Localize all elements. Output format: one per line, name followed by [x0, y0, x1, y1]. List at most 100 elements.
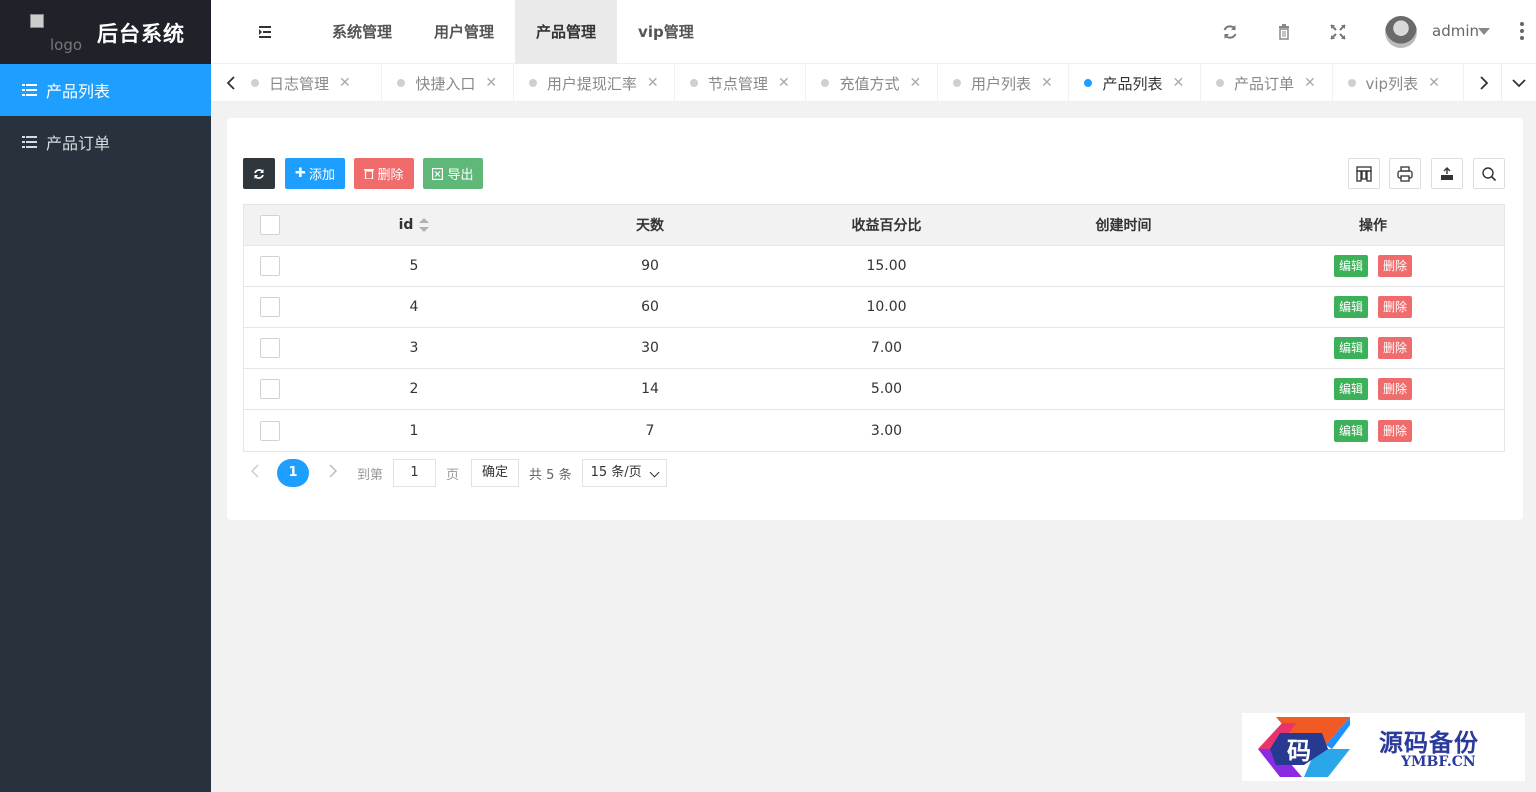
- tab-item[interactable]: 用户列表 ✕: [938, 64, 1070, 102]
- export-label: 导出: [447, 168, 474, 183]
- tab-prev-icon[interactable]: [211, 64, 251, 102]
- columns-icon[interactable]: [1348, 158, 1380, 189]
- delete-button[interactable]: 删除: [1378, 255, 1413, 277]
- broken-image-icon: [30, 14, 44, 28]
- excel-icon: [432, 167, 444, 180]
- search-icon[interactable]: [1473, 158, 1505, 189]
- close-icon[interactable]: ✕: [339, 75, 351, 91]
- goto-page-input[interactable]: 1: [393, 459, 437, 487]
- cell-percent: 15.00: [866, 258, 907, 274]
- user-name[interactable]: admin: [1432, 22, 1479, 40]
- table-row: 2 14 5.00 编辑 删除: [244, 369, 1504, 410]
- watermark: 码 源码备份 YMBF.CN: [1242, 713, 1525, 781]
- tab-item[interactable]: 快捷入口 ✕: [382, 64, 514, 102]
- edit-button[interactable]: 编辑: [1333, 296, 1368, 318]
- batch-delete-button[interactable]: 删除: [354, 158, 414, 189]
- delete-button[interactable]: 删除: [1378, 419, 1413, 442]
- next-page-icon[interactable]: [321, 464, 345, 482]
- tab-next-icon[interactable]: [1464, 64, 1504, 102]
- delete-button[interactable]: 删除: [1378, 337, 1413, 359]
- row-checkbox[interactable]: [260, 379, 280, 399]
- delete-button[interactable]: 删除: [1378, 296, 1413, 318]
- table-row: 5 90 15.00 编辑 删除: [244, 246, 1504, 287]
- chevron-down-icon[interactable]: [1478, 28, 1490, 35]
- goto-prefix: 到第: [357, 467, 384, 483]
- tab-item-active[interactable]: 产品列表 ✕: [1069, 64, 1201, 102]
- tab-label: 用户列表: [970, 74, 1031, 93]
- top-header: 系统管理 用户管理 产品管理 vip管理 admin: [211, 0, 1536, 64]
- topnav-products[interactable]: 产品管理: [515, 0, 618, 64]
- sidebar-item-product-list[interactable]: 产品列表: [0, 64, 211, 116]
- close-icon[interactable]: ✕: [647, 75, 659, 91]
- tab-item[interactable]: 节点管理 ✕: [675, 64, 807, 102]
- tab-label: 充值方式: [839, 74, 900, 93]
- export-icon[interactable]: [1431, 158, 1463, 189]
- close-icon[interactable]: ✕: [778, 75, 790, 91]
- tab-label: vip列表: [1365, 74, 1419, 93]
- edit-button[interactable]: 编辑: [1333, 378, 1368, 400]
- tab-item[interactable]: 产品订单 ✕: [1201, 64, 1333, 102]
- tab-item[interactable]: 用户提现汇率 ✕: [514, 64, 675, 102]
- tab-item[interactable]: 日志管理 ✕: [251, 64, 383, 102]
- tab-dot-icon: [689, 79, 698, 87]
- refresh-icon[interactable]: [1221, 23, 1239, 41]
- table-row: 3 30 7.00 编辑 删除: [244, 328, 1504, 369]
- cell-actions: 编辑 删除: [1242, 337, 1504, 359]
- cell-id: 4: [409, 299, 419, 315]
- edit-button[interactable]: 编辑: [1333, 255, 1368, 277]
- topnav-vip[interactable]: vip管理: [617, 0, 715, 64]
- cell-actions: 编辑 删除: [1242, 296, 1504, 318]
- cell-days: 60: [641, 299, 659, 315]
- tab-dot-icon: [821, 79, 830, 87]
- refresh-table-button[interactable]: [243, 158, 275, 189]
- header-id[interactable]: id: [296, 217, 532, 233]
- content-card: ✚ 添加 删除 导出 id 天数 收益百分比 创建时间 操作 5 90 15.00: [227, 118, 1523, 520]
- close-icon[interactable]: ✕: [485, 75, 497, 91]
- page-1-button[interactable]: 1: [277, 459, 309, 487]
- print-icon[interactable]: [1389, 158, 1421, 189]
- edit-button[interactable]: 编辑: [1333, 419, 1368, 442]
- pagination: 1 到第 1 页 确定 共 5 条 15 条/页: [243, 458, 667, 488]
- row-checkbox[interactable]: [260, 256, 280, 276]
- tab-label: 产品列表: [1102, 74, 1163, 93]
- logo-area: logo 后台系统: [0, 0, 211, 64]
- row-checkbox[interactable]: [260, 420, 280, 441]
- delete-label: 删除: [377, 168, 404, 183]
- add-button[interactable]: ✚ 添加: [285, 158, 345, 189]
- topnav-users[interactable]: 用户管理: [413, 0, 515, 64]
- tab-item[interactable]: 充值方式 ✕: [806, 64, 938, 102]
- fullscreen-icon[interactable]: [1329, 23, 1347, 41]
- tab-dot-icon: [1347, 79, 1356, 87]
- tab-dot-icon: [1084, 79, 1093, 87]
- menu-fold-icon[interactable]: [253, 22, 277, 42]
- page-size-select[interactable]: 15 条/页: [581, 459, 667, 487]
- select-all-checkbox[interactable]: [260, 215, 280, 235]
- header-id-label: id: [398, 217, 414, 233]
- close-icon[interactable]: ✕: [909, 75, 921, 91]
- sidebar-item-product-orders[interactable]: 产品订单: [0, 116, 211, 168]
- tab-dropdown-icon[interactable]: [1501, 64, 1536, 102]
- close-icon[interactable]: ✕: [1172, 75, 1184, 91]
- refresh-icon: [254, 168, 264, 179]
- cell-percent: 5.00: [870, 381, 903, 397]
- tab-dot-icon: [1215, 79, 1224, 87]
- tab-item[interactable]: vip列表 ✕: [1333, 64, 1464, 102]
- trash-icon[interactable]: [1275, 23, 1293, 41]
- more-icon[interactable]: [1520, 22, 1524, 42]
- close-icon[interactable]: ✕: [1428, 75, 1440, 91]
- add-label: 添加: [308, 168, 335, 183]
- sidebar-item-label: 产品订单: [46, 134, 111, 153]
- product-table: id 天数 收益百分比 创建时间 操作 5 90 15.00 编辑 删除 4 60…: [243, 204, 1505, 452]
- row-checkbox[interactable]: [260, 297, 280, 317]
- topnav-system[interactable]: 系统管理: [311, 0, 413, 64]
- prev-page-icon[interactable]: [243, 464, 267, 482]
- delete-button[interactable]: 删除: [1378, 378, 1413, 400]
- edit-button[interactable]: 编辑: [1333, 337, 1368, 359]
- row-checkbox[interactable]: [260, 338, 280, 358]
- close-icon[interactable]: ✕: [1041, 75, 1053, 91]
- sort-icon[interactable]: [419, 218, 430, 232]
- goto-confirm-button[interactable]: 确定: [471, 459, 520, 487]
- export-button[interactable]: 导出: [423, 158, 483, 189]
- avatar[interactable]: [1385, 16, 1417, 48]
- close-icon[interactable]: ✕: [1304, 75, 1316, 91]
